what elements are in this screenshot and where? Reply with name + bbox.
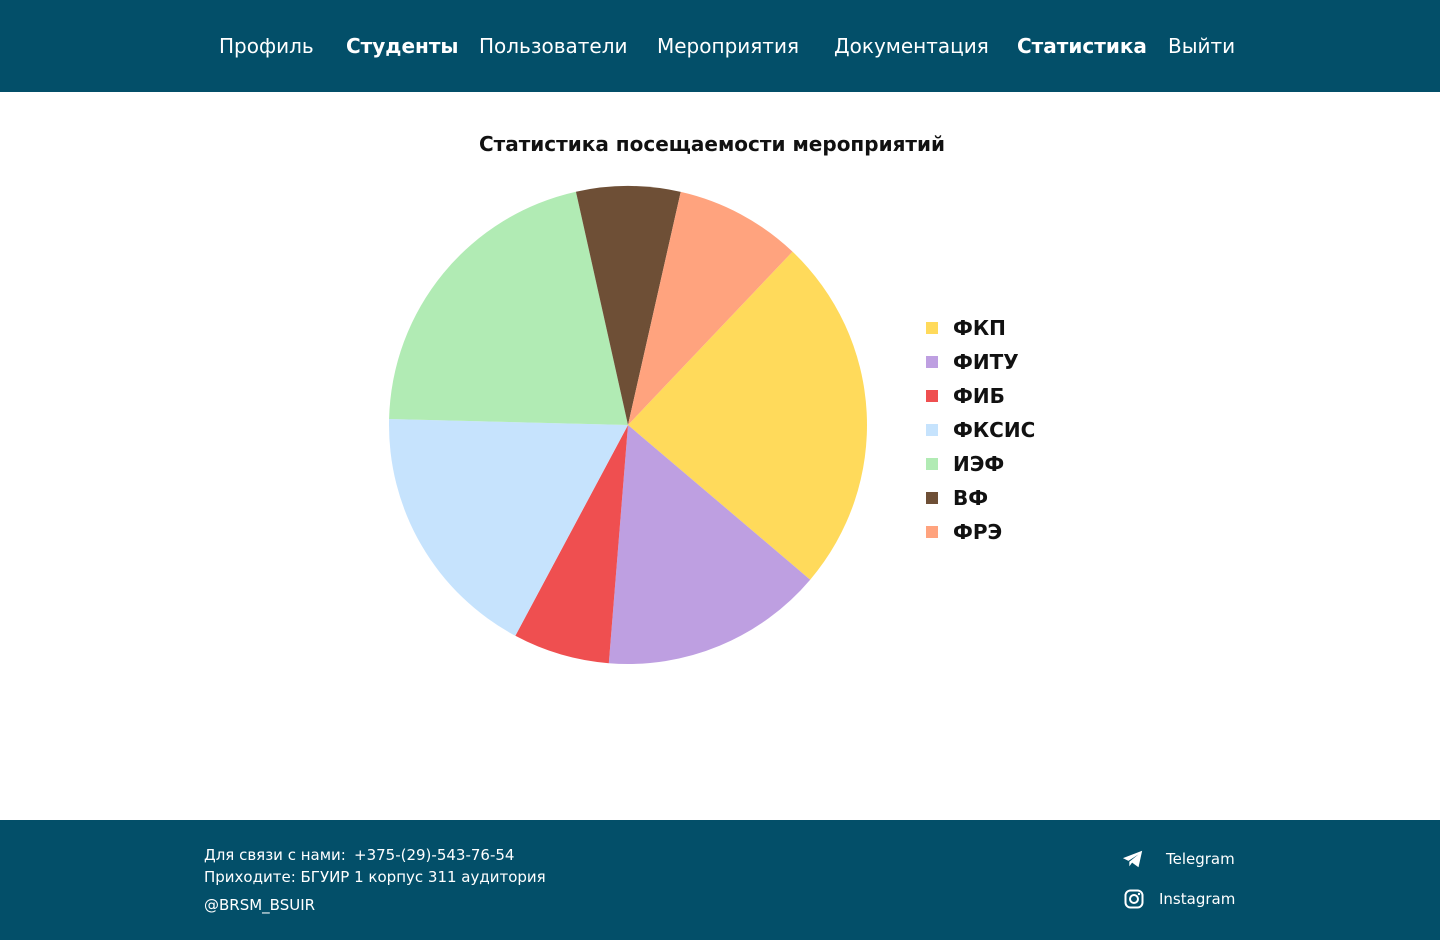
legend-label: ФКСИС bbox=[953, 418, 1036, 442]
nav-item-users[interactable]: Пользователи bbox=[479, 33, 628, 59]
legend-swatch bbox=[926, 526, 938, 538]
chart-title-wrapper: Статистика посещаемости мероприятий bbox=[0, 131, 1440, 157]
pie-chart bbox=[389, 186, 867, 664]
legend-item: ФИБ bbox=[926, 379, 1035, 413]
nav-item-documentation[interactable]: Документация bbox=[834, 33, 989, 59]
social-handle: @BRSM_BSUIR bbox=[204, 896, 316, 914]
legend-label: ИЭФ bbox=[953, 452, 1005, 476]
nav-item-events[interactable]: Мероприятия bbox=[657, 33, 799, 59]
legend-swatch bbox=[926, 390, 938, 402]
legend-swatch bbox=[926, 492, 938, 504]
legend-item: ФКСИС bbox=[926, 413, 1035, 447]
legend-swatch bbox=[926, 424, 938, 436]
legend-item: ФРЭ bbox=[926, 515, 1035, 549]
legend-swatch bbox=[926, 322, 938, 334]
telegram-link[interactable]: Telegram bbox=[1122, 848, 1235, 870]
instagram-label: Instagram bbox=[1159, 890, 1236, 908]
telegram-icon bbox=[1122, 848, 1144, 870]
contact-label: Для связи с нами: bbox=[204, 846, 346, 864]
legend-label: ВФ bbox=[953, 486, 989, 510]
instagram-icon bbox=[1123, 888, 1145, 910]
chart-title: Статистика посещаемости мероприятий bbox=[478, 132, 946, 156]
nav-item-students[interactable]: Студенты bbox=[346, 33, 459, 59]
footer: Для связи с нами: +375-(29)-543-76-54 Пр… bbox=[0, 820, 1440, 940]
legend-label: ФРЭ bbox=[953, 520, 1003, 544]
nav-item-profile[interactable]: Профиль bbox=[219, 33, 314, 59]
nav-item-logout[interactable]: Выйти bbox=[1168, 33, 1235, 59]
legend-item: ФКП bbox=[926, 311, 1035, 345]
legend-label: ФИБ bbox=[953, 384, 1005, 408]
contact-phone[interactable]: +375-(29)-543-76-54 bbox=[354, 845, 514, 865]
legend-label: ФИТУ bbox=[953, 350, 1019, 374]
legend-item: ВФ bbox=[926, 481, 1035, 515]
telegram-label: Telegram bbox=[1166, 850, 1235, 868]
instagram-link[interactable]: Instagram bbox=[1123, 888, 1235, 910]
legend-swatch bbox=[926, 458, 938, 470]
legend-swatch bbox=[926, 356, 938, 368]
nav-item-statistics[interactable]: Статистика bbox=[1017, 33, 1147, 59]
legend-item: ИЭФ bbox=[926, 447, 1035, 481]
legend-label: ФКП bbox=[953, 316, 1006, 340]
contact-address: Приходите: БГУИР 1 корпус 311 аудитория bbox=[204, 868, 546, 886]
legend-item: ФИТУ bbox=[926, 345, 1035, 379]
top-navigation: Профиль Студенты Пользователи Мероприяти… bbox=[0, 0, 1440, 92]
chart-legend: ФКП ФИТУ ФИБ ФКСИС ИЭФ ВФ ФРЭ bbox=[926, 311, 1035, 549]
